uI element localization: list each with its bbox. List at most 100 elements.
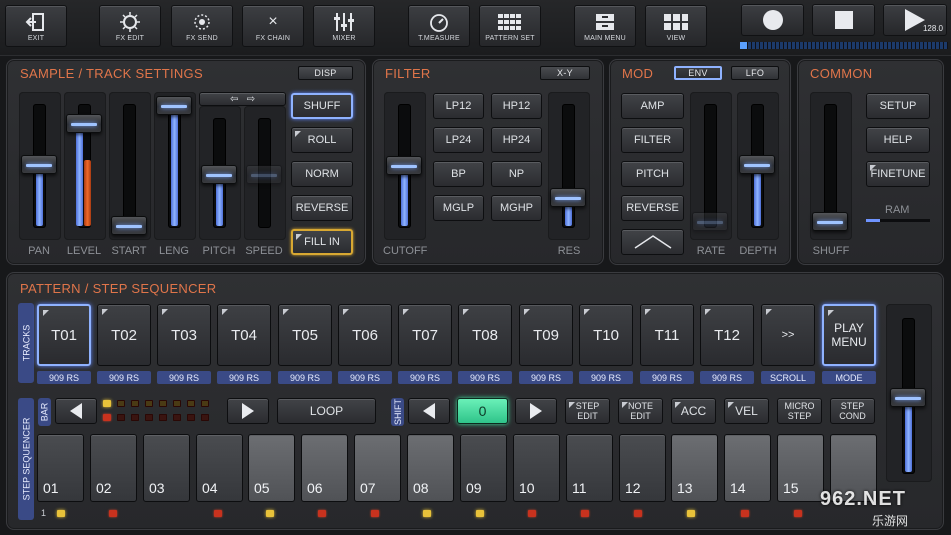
watermark-text: 962.NET <box>820 488 906 510</box>
reverse-button[interactable]: REVERSE <box>291 195 353 221</box>
triangle-left-icon <box>423 403 435 419</box>
leng-knob[interactable] <box>156 96 192 115</box>
fill-in-button[interactable]: FILL IN <box>291 229 353 255</box>
level-knob[interactable] <box>66 114 102 133</box>
lfo-button[interactable]: LFO <box>731 66 779 80</box>
exit-button[interactable]: EXIT <box>5 5 67 47</box>
fx-send-button[interactable]: FX SEND <box>171 5 233 47</box>
step-edit-label: STEP EDIT <box>575 401 600 421</box>
pitch-knob[interactable] <box>201 165 237 184</box>
acc-button[interactable]: ACC <box>671 398 716 424</box>
norm-button[interactable]: NORM <box>291 161 353 187</box>
shift-right-button[interactable] <box>515 398 557 424</box>
step-number: 04 <box>202 480 218 496</box>
xy-button[interactable]: X-Y <box>540 66 590 80</box>
shuff-button[interactable]: SHUFF <box>291 93 353 119</box>
speed-knob[interactable] <box>246 165 282 184</box>
watermark-subtext: 乐游网 <box>872 514 909 528</box>
step-14[interactable]: 14 <box>724 434 771 502</box>
track-button-t02[interactable]: T02 <box>97 304 151 366</box>
play-button[interactable]: 128.0 <box>883 4 947 36</box>
common-shuff-knob[interactable] <box>812 212 848 231</box>
depth-knob[interactable] <box>739 155 775 174</box>
step-number: 07 <box>360 480 376 496</box>
master-knob[interactable] <box>890 388 926 407</box>
np-button[interactable]: NP <box>491 161 542 187</box>
play-menu-button[interactable]: PLAY MENU <box>822 304 876 366</box>
roll-button[interactable]: ROLL <box>291 127 353 153</box>
start-knob[interactable] <box>111 216 147 235</box>
step-cond-button[interactable]: STEP COND <box>830 398 875 424</box>
mixer-button[interactable]: MIXER <box>313 5 375 47</box>
mod-pitch-button[interactable]: PITCH <box>621 161 684 187</box>
step-07[interactable]: 07 <box>354 434 401 502</box>
mod-filter-button[interactable]: FILTER <box>621 127 684 153</box>
disp-button[interactable]: DISP <box>298 66 353 80</box>
mglp-button[interactable]: MGLP <box>433 195 484 221</box>
micro-step-button[interactable]: MICRO STEP <box>777 398 822 424</box>
track-kit-t04: 909 RS <box>217 371 271 384</box>
step-06[interactable]: 06 <box>301 434 348 502</box>
track-button-t10[interactable]: T10 <box>579 304 633 366</box>
loop-button[interactable]: LOOP <box>277 398 376 424</box>
step-02[interactable]: 02 <box>90 434 137 502</box>
track-button-t12[interactable]: T12 <box>700 304 754 366</box>
env-button[interactable]: ENV <box>674 66 722 80</box>
finetune-button[interactable]: FINETUNE <box>866 161 930 187</box>
cutoff-knob[interactable] <box>386 156 422 175</box>
track-button-t08[interactable]: T08 <box>458 304 512 366</box>
step-01[interactable]: 01 <box>37 434 84 502</box>
step-09[interactable]: 09 <box>460 434 507 502</box>
track-button-t09[interactable]: T09 <box>519 304 573 366</box>
lp12-button[interactable]: LP12 <box>433 93 484 119</box>
amp-button[interactable]: AMP <box>621 93 684 119</box>
step-11[interactable]: 11 <box>566 434 613 502</box>
step-13[interactable]: 13 <box>671 434 718 502</box>
lp24-button[interactable]: LP24 <box>433 127 484 153</box>
step-05[interactable]: 05 <box>248 434 295 502</box>
fx-edit-button[interactable]: FX EDIT <box>99 5 161 47</box>
step-12[interactable]: 12 <box>619 434 666 502</box>
main-menu-button[interactable]: MAIN MENU <box>574 5 636 47</box>
help-button[interactable]: HELP <box>866 127 930 153</box>
hp12-button[interactable]: HP12 <box>491 93 542 119</box>
step-03[interactable]: 03 <box>143 434 190 502</box>
mghp-button[interactable]: MGHP <box>491 195 542 221</box>
track-button-t07[interactable]: T07 <box>398 304 452 366</box>
track-button-t06[interactable]: T06 <box>338 304 392 366</box>
res-knob[interactable] <box>550 188 586 207</box>
step-04[interactable]: 04 <box>196 434 243 502</box>
bar-prev-button[interactable] <box>55 398 97 424</box>
track-button-t01[interactable]: T01 <box>37 304 91 366</box>
shift-left-button[interactable] <box>408 398 450 424</box>
track-button-t04[interactable]: T04 <box>217 304 271 366</box>
bar-next-button[interactable] <box>227 398 269 424</box>
record-button[interactable] <box>741 4 804 36</box>
pitch-speed-arrows[interactable]: ⇦ ⇨ <box>199 92 286 106</box>
envelope-shape-button[interactable] <box>621 229 684 255</box>
note-edit-button[interactable]: NOTE EDIT <box>618 398 663 424</box>
stop-button[interactable] <box>812 4 875 36</box>
track-button-t05[interactable]: T05 <box>278 304 332 366</box>
view-button[interactable]: VIEW <box>645 5 707 47</box>
setup-button[interactable]: SETUP <box>866 93 930 119</box>
rate-knob[interactable] <box>692 212 728 231</box>
step-10[interactable]: 10 <box>513 434 560 502</box>
speed-label: SPEED <box>245 245 283 257</box>
track-button-t11[interactable]: T11 <box>640 304 694 366</box>
bp-button[interactable]: BP <box>433 161 484 187</box>
track-scroll-button[interactable]: >> <box>761 304 815 366</box>
tmeasure-button[interactable]: T.MEASURE <box>408 5 470 47</box>
mod-reverse-button[interactable]: REVERSE <box>621 195 684 221</box>
patternset-button[interactable]: PATTERN SET <box>479 5 541 47</box>
hp24-button[interactable]: HP24 <box>491 127 542 153</box>
step-edit-button[interactable]: STEP EDIT <box>565 398 610 424</box>
view-label: VIEW <box>666 35 686 42</box>
vel-button[interactable]: VEL <box>724 398 769 424</box>
track-button-t03[interactable]: T03 <box>157 304 211 366</box>
fx-chain-button[interactable]: × FX CHAIN <box>242 5 304 47</box>
pan-knob[interactable] <box>21 155 57 174</box>
step-08[interactable]: 08 <box>407 434 454 502</box>
step-number: 05 <box>254 480 270 496</box>
grid-icon <box>497 12 523 32</box>
